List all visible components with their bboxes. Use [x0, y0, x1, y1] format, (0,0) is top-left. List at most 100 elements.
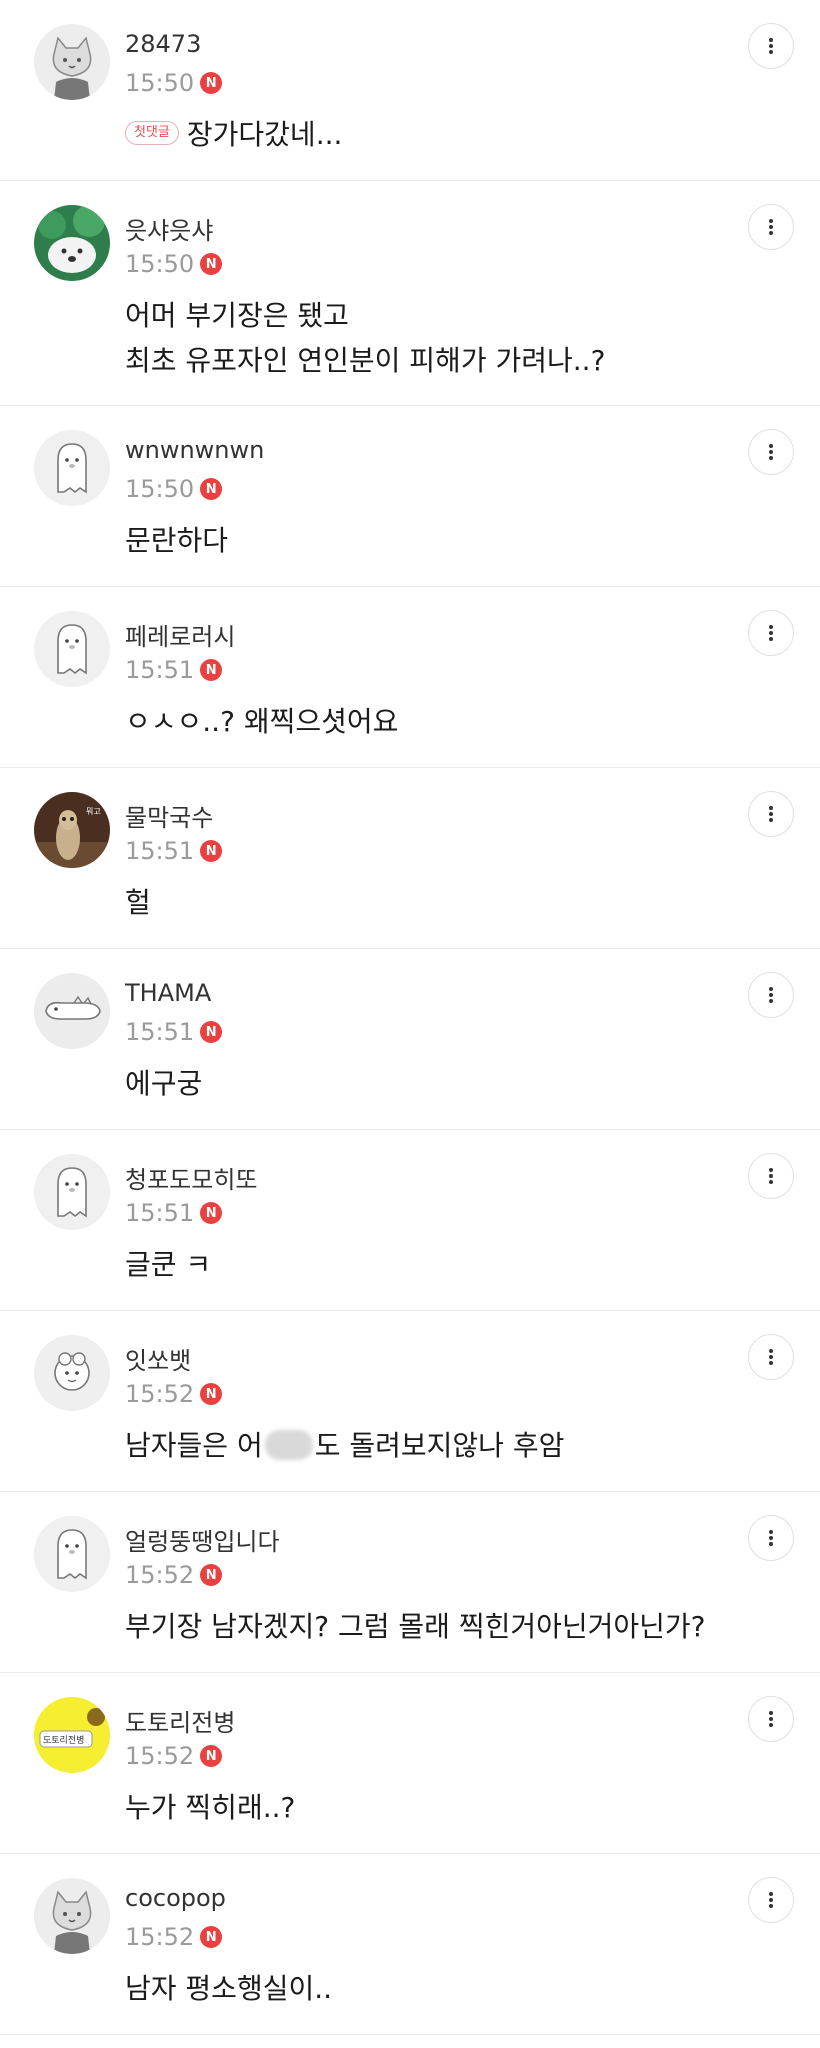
comment-item: 청포도모히또 15:51 N 글쿤 ㅋ — [0, 1130, 820, 1311]
comment-time: 15:51 — [125, 837, 195, 865]
comment-meta: 15:52 N — [125, 1741, 223, 1771]
green-puppy-avatar[interactable] — [34, 205, 110, 281]
new-badge: N — [200, 659, 223, 681]
new-badge: N — [200, 253, 223, 275]
yellow-sticker-avatar[interactable]: 도토리전병 — [34, 1697, 110, 1773]
comment-line: ㅇㅅㅇ..? 왜찍으셧어요 — [125, 705, 399, 738]
comment-meta: 15:51 N — [125, 1017, 223, 1047]
meerkat-photo-avatar[interactable]: 뭐고 — [34, 792, 110, 868]
comment-author[interactable]: 읏샤읏샤 — [125, 211, 213, 246]
more-options-button[interactable] — [748, 1696, 794, 1742]
comment-time: 15:52 — [125, 1742, 195, 1770]
comment-author[interactable]: 청포도모히또 — [125, 1160, 257, 1195]
comment-time: 15:52 — [125, 1561, 195, 1589]
comment-line: 헐 — [125, 886, 151, 919]
kebab-menu-icon — [769, 444, 773, 460]
comment-text: 문란하다 — [125, 518, 228, 563]
comment-text: ㅇㅅㅇ..? 왜찍으셧어요 — [125, 699, 398, 744]
comment-time: 15:51 — [125, 1199, 195, 1227]
comment-author[interactable]: THAMA — [125, 979, 211, 1007]
kebab-menu-icon — [769, 625, 773, 641]
more-options-button[interactable] — [748, 1515, 794, 1561]
comment-item: 페레로러시 15:51 N ㅇㅅㅇ..? 왜찍으셧어요 — [0, 587, 820, 768]
new-badge: N — [200, 478, 223, 500]
comment-author[interactable]: 페레로러시 — [125, 617, 235, 652]
comment-time: 15:50 — [125, 69, 195, 97]
more-options-button[interactable] — [748, 429, 794, 475]
comment-line: 누가 찍히래..? — [125, 1791, 296, 1824]
new-badge: N — [200, 1564, 223, 1586]
comment-text-before: 남자들은 — [125, 1429, 237, 1462]
comment-time: 15:52 — [125, 1380, 195, 1408]
comment-item: 잇쏘뱃 15:52 N 남자들은 어 도 돌려보지않나 후암 — [0, 1311, 820, 1492]
comment-text: 남자들은 어 도 돌려보지않나 후암 — [125, 1423, 564, 1468]
comment-text: 글쿤 ㅋ — [125, 1242, 211, 1287]
kebab-menu-icon — [769, 219, 773, 235]
ghost-doodle-avatar[interactable] — [34, 430, 110, 506]
new-badge: N — [200, 1745, 223, 1767]
gray-cat-avatar[interactable] — [34, 24, 110, 100]
comment-text: 에구궁 — [125, 1061, 202, 1106]
avatar-sticker-text: 도토리전병 — [43, 1735, 84, 1746]
comment-line: 에구궁 — [125, 1067, 203, 1100]
lizard-doodle-avatar[interactable] — [34, 973, 110, 1049]
new-badge: N — [200, 72, 223, 94]
comment-author[interactable]: 28473 — [125, 30, 201, 58]
ghost-doodle-avatar[interactable] — [34, 1154, 110, 1230]
comment-author[interactable]: 얼렁뚱땡입니다 — [125, 1522, 280, 1557]
more-options-button[interactable] — [748, 23, 794, 69]
comment-text: 부기장 남자겠지? 그럼 몰래 찍힌거아닌거아닌가? — [125, 1604, 706, 1649]
comment-meta: 15:52 N — [125, 1560, 223, 1590]
kebab-menu-icon — [769, 806, 773, 822]
comment-line: 어머 부기장은 됐고 — [125, 299, 349, 332]
kebab-menu-icon — [769, 987, 773, 1003]
comment-line: 최초 유포자인 연인분이 피해가 가려나..? — [125, 344, 606, 377]
comment-text: 누가 찍히래..? — [125, 1785, 295, 1830]
first-comment-badge: 첫댓글 — [125, 121, 179, 145]
ghost-doodle-avatar[interactable] — [34, 611, 110, 687]
comment-author[interactable]: 도토리전병 — [125, 1703, 235, 1738]
more-options-button[interactable] — [748, 1877, 794, 1923]
comment-line: 장가다갔네... — [186, 118, 343, 151]
comment-author[interactable]: cocopop — [125, 1884, 226, 1912]
comment-meta: 15:51 N — [125, 1198, 223, 1228]
comment-time: 15:50 — [125, 475, 195, 503]
ghost-doodle-avatar[interactable] — [34, 1516, 110, 1592]
more-options-button[interactable] — [748, 791, 794, 837]
sheep-doodle-avatar[interactable] — [34, 1335, 110, 1411]
comment-item: 도토리전병 도토리전병 15:52 N 누가 찍히래..? — [0, 1673, 820, 1854]
comment-author[interactable]: wnwnwnwn — [125, 436, 264, 464]
comment-meta: 15:51 N — [125, 655, 223, 685]
comment-list: 28473 15:50 N 첫댓글 장가다갔네... 읏샤읏샤 15:50 N 어… — [0, 0, 820, 2035]
comment-text: 남자 평소행실이.. — [125, 1966, 332, 2011]
comment-author[interactable]: 잇쏘뱃 — [125, 1341, 191, 1376]
blurred-censor — [264, 1430, 313, 1460]
more-options-button[interactable] — [748, 204, 794, 250]
gray-cat-avatar[interactable] — [34, 1878, 110, 1954]
comment-meta: 15:50 N — [125, 249, 223, 279]
comment-item: 뭐고 물막국수 15:51 N 헐 — [0, 768, 820, 949]
comment-meta: 15:52 N — [125, 1379, 223, 1409]
comment-item: 얼렁뚱땡입니다 15:52 N 부기장 남자겠지? 그럼 몰래 찍힌거아닌거아닌… — [0, 1492, 820, 1673]
kebab-menu-icon — [769, 1711, 773, 1727]
comment-author[interactable]: 물막국수 — [125, 798, 213, 833]
new-badge: N — [200, 840, 223, 862]
more-options-button[interactable] — [748, 1334, 794, 1380]
kebab-menu-icon — [769, 1349, 773, 1365]
more-options-button[interactable] — [748, 610, 794, 656]
comment-meta: 15:52 N — [125, 1922, 223, 1952]
more-options-button[interactable] — [748, 1153, 794, 1199]
comment-line: 남자 평소행실이.. — [125, 1972, 333, 2005]
comment-meta: 15:50 N — [125, 474, 223, 504]
comment-time: 15:51 — [125, 656, 195, 684]
comment-item: cocopop 15:52 N 남자 평소행실이.. — [0, 1854, 820, 2035]
kebab-menu-icon — [769, 1892, 773, 1908]
kebab-menu-icon — [769, 38, 773, 54]
comment-item: wnwnwnwn 15:50 N 문란하다 — [0, 406, 820, 587]
comment-item: 읏샤읏샤 15:50 N 어머 부기장은 됐고 최초 유포자인 연인분이 피해가… — [0, 181, 820, 406]
more-options-button[interactable] — [748, 972, 794, 1018]
new-badge: N — [200, 1926, 223, 1948]
comment-meta: 15:50 N — [125, 68, 223, 98]
new-badge: N — [200, 1021, 223, 1043]
svg-text:뭐고: 뭐고 — [86, 807, 101, 816]
